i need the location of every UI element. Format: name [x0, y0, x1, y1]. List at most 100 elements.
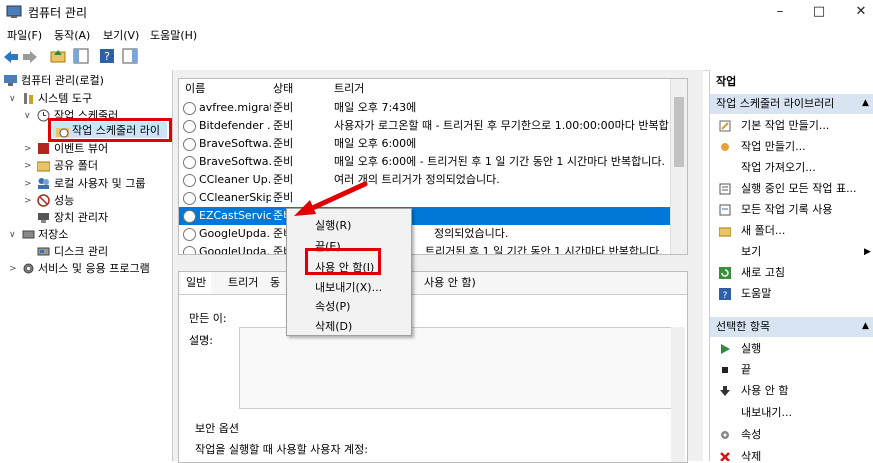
task-clock-icon — [183, 138, 196, 151]
tree-item-label: 성능 — [54, 194, 75, 207]
properties-scrollbar[interactable] — [671, 327, 685, 462]
new-task-icon — [721, 143, 729, 151]
chevron-right-icon[interactable]: > — [9, 260, 17, 278]
section-selected-item[interactable]: 선택한 항목 — [710, 317, 873, 337]
action-label: 사용 안 함 — [741, 384, 789, 397]
description-field[interactable] — [239, 327, 673, 409]
chevron-down-icon[interactable]: ∨ — [9, 226, 16, 244]
back-icon[interactable] — [3, 50, 19, 64]
help-icon[interactable]: ? — [99, 48, 115, 64]
table-row[interactable]: BraveSoftwa... 준비 매일 오후 6:00에 - 트리거된 후 1… — [179, 153, 687, 171]
menu-view[interactable]: 보기(V) — [103, 27, 139, 43]
action-end[interactable]: 끝 — [710, 360, 873, 380]
action-view[interactable]: 보기 ▶ — [710, 242, 873, 262]
task-list-scrollbar[interactable] — [670, 79, 687, 254]
action-label: 실행 — [741, 342, 762, 355]
action-run[interactable]: 실행 — [710, 339, 873, 359]
action-export[interactable]: 내보내기... — [710, 403, 873, 423]
action-label: 모든 작업 기록 사용 — [741, 203, 833, 216]
table-row[interactable]: GoogleUpda... 준비 정의되었습니다. — [179, 225, 687, 243]
menu-item-delete[interactable]: 삭제(D) — [315, 318, 352, 334]
column-header-status[interactable]: 상태 — [273, 79, 293, 99]
column-header-name[interactable]: 이름 — [185, 79, 205, 99]
chevron-right-icon[interactable]: > — [24, 140, 32, 158]
table-row[interactable]: CCleaner Up... 준비 여러 개의 트리거가 정의되었습니다. — [179, 171, 687, 189]
task-clock-icon — [183, 156, 196, 169]
table-row[interactable]: avfree.migrat... 준비 매일 오후 7:43에 — [179, 99, 687, 117]
action-help[interactable]: ? 도움말 — [710, 284, 873, 304]
annotation-highlight-box — [305, 248, 381, 275]
action-import-task[interactable]: 작업 가져오기... — [710, 158, 873, 178]
maximize-button[interactable]: □ — [796, 0, 842, 24]
tab-actions[interactable]: 동 — [265, 272, 285, 294]
tree-item-label: 컴퓨터 관리(로컬) — [21, 74, 104, 87]
tree-item-label: 시스템 도구 — [38, 92, 93, 105]
table-row[interactable]: GoogleUpda... 준비 트리거된 후 1 일 기간 동안 1 시간마다… — [179, 243, 687, 254]
task-trigger: 여러 개의 트리거가 정의되었습니다. — [334, 173, 500, 186]
tab-triggers[interactable]: 트리거 — [223, 272, 263, 294]
chevron-right-icon[interactable]: > — [24, 157, 32, 175]
table-row-selected[interactable]: EZCastServic... 준비 — [179, 207, 687, 225]
tree-item-label: 이벤트 뷰어 — [54, 142, 109, 155]
action-label: 끝 — [741, 363, 752, 376]
forward-icon[interactable] — [22, 50, 38, 64]
menu-item-properties[interactable]: 속성(P) — [315, 298, 350, 314]
collapse-up-icon[interactable]: ▲ — [862, 321, 869, 331]
chevron-down-icon[interactable]: ∨ — [9, 90, 16, 108]
menu-item-export[interactable]: 내보내기(X)... — [315, 279, 382, 295]
down-arrow-icon — [720, 386, 730, 396]
services-icon — [23, 263, 34, 274]
action-create-task[interactable]: 작업 만들기... — [710, 137, 873, 157]
action-properties[interactable]: 속성 — [710, 425, 873, 445]
storage-icon — [22, 230, 35, 239]
tab-general[interactable]: 일반 — [181, 272, 212, 294]
wand-icon — [719, 120, 731, 132]
task-name: GoogleUpda... — [199, 227, 271, 240]
toolbar: ? — [0, 44, 873, 71]
table-row[interactable]: CCleanerSkip... 준비 — [179, 189, 687, 207]
list-icon — [719, 183, 731, 195]
chevron-down-icon[interactable]: ∨ — [24, 107, 31, 125]
chevron-right-icon[interactable]: > — [24, 175, 32, 193]
task-clock-icon — [183, 228, 196, 241]
task-clock-icon — [183, 174, 196, 187]
action-refresh[interactable]: 새로 고침 — [710, 263, 873, 283]
tree-item-label: 작업 스케줄러 라이 — [72, 124, 160, 137]
action-create-basic-task[interactable]: 기본 작업 만들기... — [710, 116, 873, 136]
collapse-up-icon[interactable]: ▲ — [862, 98, 869, 108]
section-task-scheduler-library[interactable]: 작업 스케줄러 라이브러리 — [710, 94, 873, 114]
action-new-folder[interactable]: 새 폴더... — [710, 221, 873, 241]
menu-action[interactable]: 동작(A) — [54, 27, 90, 43]
menu-file[interactable]: 파일(F) — [7, 27, 42, 43]
task-name: BraveSoftwa... — [199, 137, 271, 150]
tab-disabled[interactable]: 사용 안 함) — [419, 272, 481, 294]
chevron-right-icon[interactable]: > — [24, 192, 32, 210]
tree-item-task-scheduler-library[interactable]: 작업 스케줄러 라이 — [48, 118, 172, 142]
show-hide-action-pane-icon[interactable] — [122, 48, 138, 64]
run-account-label: 작업을 실행할 때 사용할 사용자 계정: — [195, 443, 368, 456]
task-clock-icon — [183, 102, 196, 115]
task-name: GoogleUpda... — [199, 245, 271, 254]
title-bar: 컴퓨터 관리 – □ ✕ — [0, 0, 873, 24]
task-name: CCleanerSkip... — [199, 191, 271, 204]
show-hide-tree-icon[interactable] — [73, 48, 89, 64]
task-trigger: 사용자가 로그온할 때 - 트리거된 후 무기한으로 1.00:00:00마다 … — [334, 119, 669, 132]
table-row[interactable]: Bitdefender ... 준비 사용자가 로그온할 때 - 트리거된 후 … — [179, 117, 687, 135]
action-disable[interactable]: 사용 안 함 — [710, 381, 873, 401]
tree-item-label: 장치 관리자 — [54, 211, 109, 224]
action-enable-history[interactable]: 모든 작업 기록 사용 — [710, 200, 873, 220]
tree-item-label: 공유 폴더 — [54, 159, 98, 172]
action-show-running-tasks[interactable]: 실행 중인 모든 작업 표... — [710, 179, 873, 199]
column-header-trigger[interactable]: 트리거 — [334, 79, 364, 99]
task-name: avfree.migrat... — [199, 101, 271, 114]
action-delete[interactable]: 삭제 — [710, 447, 873, 461]
close-button[interactable]: ✕ — [838, 0, 873, 24]
play-icon — [721, 344, 730, 354]
computer-icon — [4, 75, 17, 86]
up-folder-icon[interactable] — [50, 48, 66, 64]
svg-text:?: ? — [104, 50, 110, 63]
task-status: 준비 — [273, 155, 294, 168]
table-row[interactable]: BraveSoftwa... 준비 매일 오후 6:00에 — [179, 135, 687, 153]
navigation-tree: 컴퓨터 관리(로컬) ∨ 시스템 도구 ∨ 작업 스케줄러 작업 스케줄러 라이… — [0, 70, 173, 461]
menu-help[interactable]: 도움말(H) — [150, 27, 197, 43]
